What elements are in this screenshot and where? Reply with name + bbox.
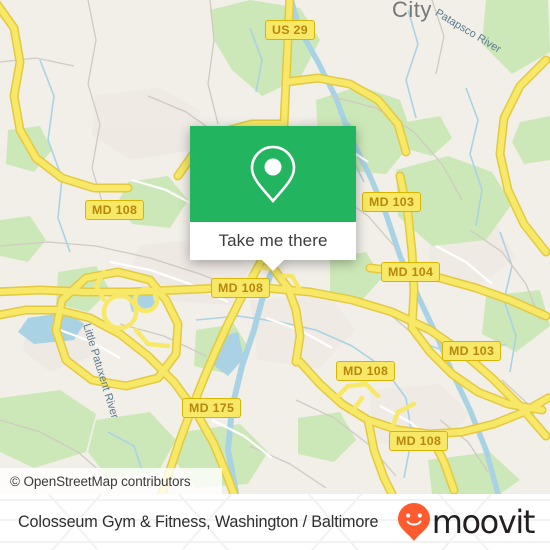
moovit-smiley-pin-icon	[397, 503, 430, 541]
moovit-wordmark: moovit	[431, 503, 536, 541]
city-label: City	[392, 0, 432, 22]
shield-label: MD 104	[381, 262, 441, 282]
osm-attribution-text: © OpenStreetMap contributors	[10, 473, 191, 489]
shield-md-175[interactable]: MD 175	[182, 398, 242, 418]
take-me-there-card[interactable]: Take me there	[190, 126, 356, 271]
shield-label: MD 175	[182, 398, 242, 418]
shield-md-103-north[interactable]: MD 103	[362, 192, 422, 212]
moovit-logo[interactable]: moovit	[397, 502, 536, 542]
shield-label: MD 108	[389, 431, 449, 451]
shield-md-108-west[interactable]: MD 108	[85, 200, 145, 220]
shield-label: MD 103	[362, 192, 422, 212]
card-pointer-arrow	[262, 260, 284, 271]
shield-md-104[interactable]: MD 104	[381, 262, 441, 282]
shield-us-29[interactable]: US 29	[265, 20, 315, 40]
location-pin-icon	[250, 145, 296, 204]
take-me-there-button[interactable]: Take me there	[190, 222, 356, 260]
shield-md-103-east[interactable]: MD 103	[442, 341, 502, 361]
card-pin-area	[190, 126, 356, 222]
shield-md-108-center[interactable]: MD 108	[211, 278, 271, 298]
footer-bar: Colosseum Gym & Fitness, Washington / Ba…	[0, 494, 550, 550]
map-screenshot: City Patapsco River Little Patuxent Rive…	[0, 0, 550, 550]
shield-label: US 29	[265, 20, 315, 40]
shield-md-108-east[interactable]: MD 108	[336, 361, 396, 381]
place-title: Colosseum Gym & Fitness, Washington / Ba…	[18, 512, 379, 531]
shield-label: MD 108	[336, 361, 396, 381]
shield-label: MD 108	[211, 278, 271, 298]
shield-label: MD 103	[442, 341, 502, 361]
take-me-there-label: Take me there	[218, 231, 328, 250]
shield-label: MD 108	[85, 200, 145, 220]
shield-md-108-south[interactable]: MD 108	[389, 431, 449, 451]
osm-attribution: © OpenStreetMap contributors	[0, 468, 222, 494]
